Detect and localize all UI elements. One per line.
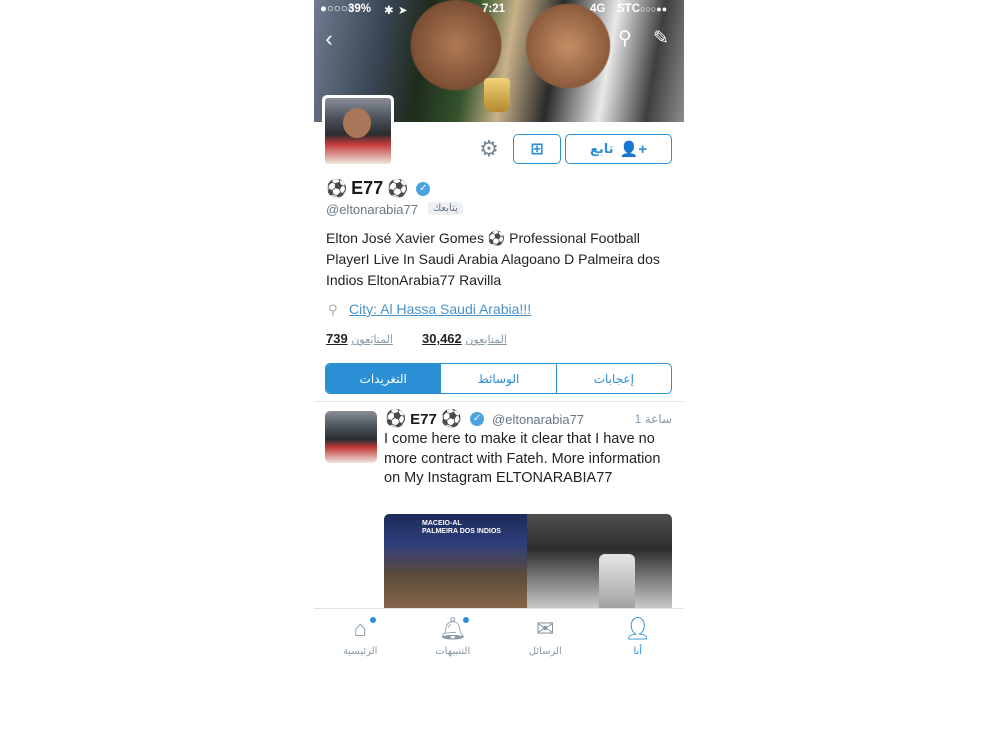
location-pin-icon: ⚲ — [328, 302, 338, 317]
status-bar: ●○○○○ 39% ✱ ➤ 7:21 4G STC ○○○●● — [314, 0, 684, 18]
profile-name: E77 — [351, 178, 384, 198]
tabbar-notifications[interactable]: 🔔︎ التنبيهات — [407, 609, 500, 667]
verified-badge-icon: ✓ — [416, 181, 431, 196]
profile-avatar[interactable] — [322, 95, 394, 167]
profile-location-link[interactable]: City: Al Hassa Saudi Arabia!!! — [349, 301, 531, 317]
gear-icon[interactable]: ⚙ — [477, 137, 501, 161]
signal-dots-icon: ○○○●● — [640, 4, 668, 14]
back-icon[interactable]: ‹ — [318, 28, 340, 50]
carrier: STC — [617, 3, 640, 15]
followers-count: 30,462 — [422, 331, 462, 346]
tabbar-home-label: الرئيسية — [343, 646, 378, 657]
lists-icon: ⊞ — [530, 141, 544, 158]
profile-name-row: ⚽ E77 ⚽ ✓ — [326, 178, 431, 199]
lists-button[interactable]: ⊞ — [513, 134, 561, 164]
tab-media[interactable]: الوسائط — [440, 364, 555, 393]
phone-screen: ●○○○○ 39% ✱ ➤ 7:21 4G STC ○○○●● ‹ ⚲ ✎ ⚙ … — [314, 0, 684, 667]
tab-tweets[interactable]: التغريدات — [326, 364, 441, 393]
profile-handle: @eltonarabia77 — [326, 202, 418, 217]
follows-you-badge: يتابعك — [428, 202, 463, 215]
followers-stat[interactable]: المتابعون 30,462 — [422, 331, 507, 346]
location-arrow-icon: ➤ — [398, 5, 408, 17]
bluetooth-icon: ✱ — [384, 5, 394, 17]
tabbar-notifications-label: التنبيهات — [435, 646, 471, 657]
following-count: 739 — [326, 331, 348, 346]
battery-percent: 39% — [348, 3, 372, 15]
football-emoji: ⚽ — [326, 178, 348, 198]
following-label: المتابَعون — [351, 334, 393, 346]
tweet-author-name[interactable]: E77 — [410, 411, 437, 428]
follow-label: تابع — [590, 141, 614, 156]
follow-button[interactable]: تابع 👤+ — [565, 134, 672, 164]
following-stat[interactable]: المتابَعون 739 — [326, 331, 393, 346]
tweet-text: I come here to make it clear that I have… — [384, 431, 661, 486]
envelope-icon: ✉ — [536, 616, 555, 641]
football-emoji: ⚽ — [385, 409, 407, 428]
home-icon: ⌂ — [353, 616, 367, 641]
bottom-tab-bar: ⌂ الرئيسية 🔔︎ التنبيهات ✉ الرسائل 👤︎ أنا — [314, 608, 684, 667]
notification-dot — [462, 617, 469, 623]
clock: 7:21 — [482, 3, 506, 15]
tabbar-me[interactable]: 👤︎ أنا — [592, 609, 685, 667]
followers-label: المتابعون — [465, 334, 507, 346]
profile-bio: Elton José Xavier Gomes ⚽ Professional F… — [326, 230, 660, 288]
tabbar-me-label: أنا — [633, 646, 643, 657]
notification-dot — [370, 617, 376, 623]
tweet-timestamp: 1 ساعة — [634, 412, 672, 426]
person-icon: 👤︎ — [623, 616, 652, 641]
add-user-icon: 👤+ — [619, 141, 647, 158]
football-emoji: ⚽ — [387, 178, 409, 198]
tab-likes[interactable]: إعجابات — [555, 364, 671, 393]
divider — [314, 401, 684, 402]
tabbar-home[interactable]: ⌂ الرئيسية — [314, 609, 407, 667]
football-emoji: ⚽ — [440, 409, 463, 428]
network-type: 4G — [590, 3, 606, 15]
tweet-header: ⚽ E77 ⚽ ✓ @eltonarabia77 — [385, 409, 584, 429]
verified-badge-icon: ✓ — [470, 412, 485, 426]
tabbar-messages[interactable]: ✉ الرسائل — [499, 609, 592, 667]
compose-icon[interactable]: ✎ — [650, 28, 672, 50]
tweet-media-image[interactable]: MACEIO-AL PALMEIRA DOS INDIOS — [384, 514, 672, 614]
tweet-avatar[interactable] — [325, 411, 377, 463]
media-caption: MACEIO-AL PALMEIRA DOS INDIOS — [422, 520, 501, 535]
tabbar-messages-label: الرسائل — [528, 646, 562, 657]
tweet-author-handle: @eltonarabia77 — [492, 411, 585, 427]
profile-tabs: التغريدات الوسائط إعجابات — [325, 363, 672, 394]
search-icon[interactable]: ⚲ — [614, 28, 636, 50]
